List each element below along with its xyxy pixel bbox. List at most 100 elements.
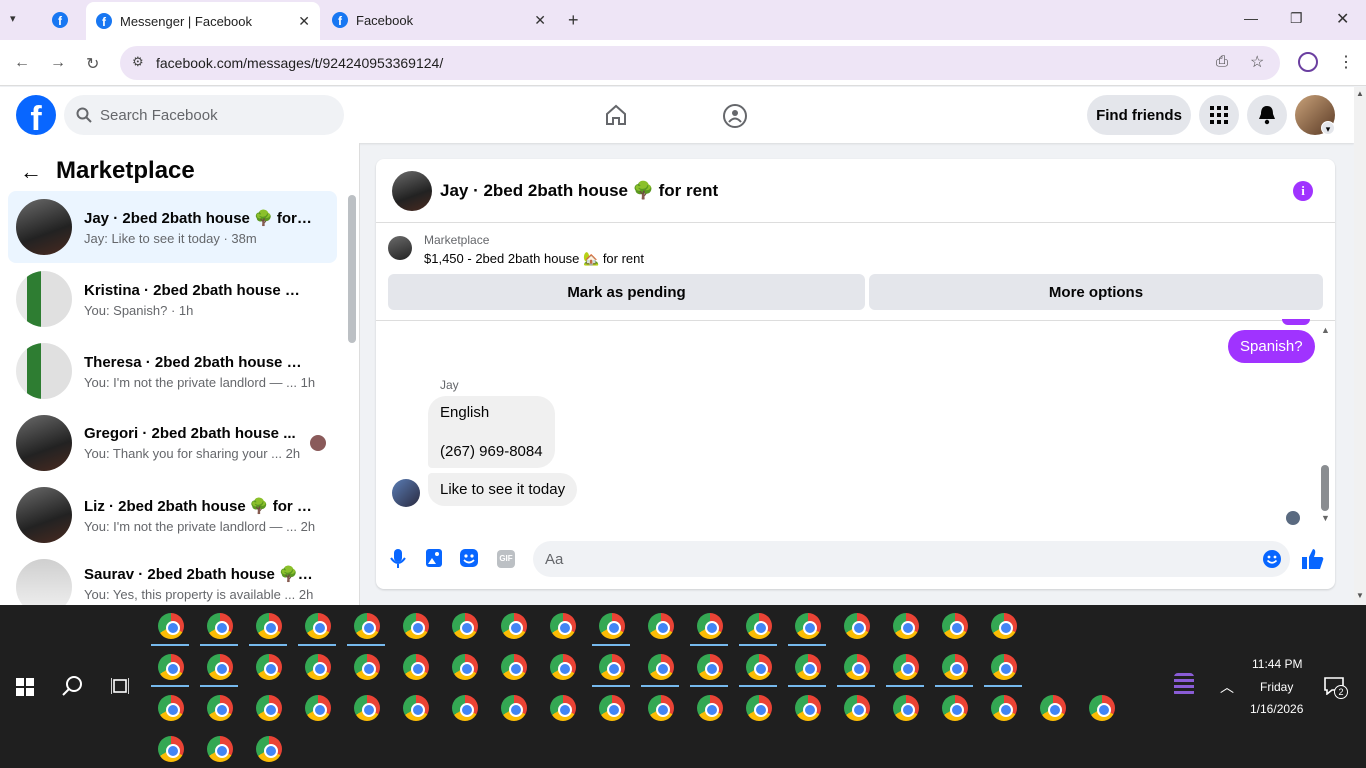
chrome-app-icon[interactable] <box>795 695 821 721</box>
chrome-app-icon[interactable] <box>599 613 625 639</box>
sidebar-scrollbar[interactable] <box>348 195 356 343</box>
chrome-app-icon[interactable] <box>844 695 870 721</box>
chrome-app-icon[interactable] <box>158 695 184 721</box>
chrome-app-icon[interactable] <box>256 736 282 762</box>
clock-day[interactable]: Friday <box>1260 680 1293 694</box>
conversation-item[interactable]: Saurav · 2bed 2bath house 🌳 fo... You: Ye… <box>8 551 337 605</box>
site-info-icon[interactable]: ⚙ <box>132 54 144 70</box>
listing-title[interactable]: $1,450 - 2bed 2bath house 🏡 for rent <box>424 251 644 267</box>
chrome-app-icon[interactable] <box>795 613 821 639</box>
conversation-item[interactable]: Gregori · 2bed 2bath house ... You: Thank… <box>8 407 337 479</box>
chrome-app-icon[interactable] <box>158 613 184 639</box>
chrome-app-icon[interactable] <box>844 654 870 680</box>
chrome-app-icon[interactable] <box>1040 695 1066 721</box>
incoming-message[interactable]: English (267) 969-8084 <box>428 396 555 468</box>
chrome-app-icon[interactable] <box>305 613 331 639</box>
chrome-app-icon[interactable] <box>648 695 674 721</box>
back-arrow-icon[interactable]: ← <box>20 159 42 185</box>
pinned-facebook-tab-icon[interactable]: f <box>52 12 68 28</box>
browser-menu-icon[interactable]: ⋮ <box>1338 52 1354 72</box>
chrome-app-icon[interactable] <box>697 654 723 680</box>
chrome-app-icon[interactable] <box>893 654 919 680</box>
incoming-message[interactable]: Like to see it today <box>428 473 578 506</box>
chevron-down-icon[interactable]: ▾ <box>1321 121 1335 135</box>
bookmark-star-icon[interactable]: ☆ <box>1250 52 1264 72</box>
conversation-item[interactable]: Liz · 2bed 2bath house 🌳 for rent You: I'… <box>8 479 337 551</box>
sticker-icon[interactable] <box>460 549 478 567</box>
profile-icon[interactable] <box>1298 52 1318 72</box>
chrome-app-icon[interactable] <box>697 613 723 639</box>
notifications-button[interactable] <box>1247 95 1287 135</box>
conversation-item[interactable]: Theresa · 2bed 2bath house 🌳 f... You: I'… <box>8 335 337 407</box>
page-scrollbar[interactable]: ▲ ▼ <box>1354 87 1366 605</box>
chrome-app-icon[interactable] <box>207 613 233 639</box>
scroll-up-icon[interactable]: ▲ <box>1321 325 1330 335</box>
chrome-app-icon[interactable] <box>403 654 429 680</box>
menu-grid-button[interactable] <box>1199 95 1239 135</box>
chrome-app-icon[interactable] <box>354 613 380 639</box>
chrome-app-icon[interactable] <box>452 695 478 721</box>
chrome-app-icon[interactable] <box>256 695 282 721</box>
chrome-app-icon[interactable] <box>550 613 576 639</box>
like-thumbs-up-icon[interactable] <box>1302 548 1324 570</box>
chrome-app-icon[interactable] <box>158 654 184 680</box>
close-window-button[interactable]: ✕ <box>1336 9 1349 29</box>
chrome-app-icon[interactable] <box>501 695 527 721</box>
url-bar[interactable]: ⚙ facebook.com/messages/t/92424095336912… <box>120 46 1280 80</box>
chrome-app-icon[interactable] <box>942 613 968 639</box>
chrome-app-icon[interactable] <box>648 654 674 680</box>
outgoing-message[interactable]: Spanish? <box>1228 330 1315 363</box>
emoji-icon[interactable] <box>1263 550 1281 568</box>
tab-messenger[interactable]: f Messenger | Facebook ✕ <box>86 2 320 40</box>
chrome-app-icon[interactable] <box>746 695 772 721</box>
conversation-item[interactable]: Jay · 2bed 2bath house 🌳 for re... Jay: L… <box>8 191 337 263</box>
chrome-app-icon[interactable] <box>991 654 1017 680</box>
chrome-app-icon[interactable] <box>354 654 380 680</box>
task-view-icon[interactable] <box>111 677 129 695</box>
message-input[interactable]: Aa <box>533 541 1290 577</box>
forward-icon[interactable]: → <box>50 54 66 72</box>
chrome-app-icon[interactable] <box>256 654 282 680</box>
chat-avatar[interactable] <box>392 171 432 211</box>
chrome-app-icon[interactable] <box>305 695 331 721</box>
chrome-app-icon[interactable] <box>893 613 919 639</box>
chrome-app-icon[interactable] <box>991 695 1017 721</box>
sender-avatar[interactable] <box>392 479 420 507</box>
chrome-app-icon[interactable] <box>550 695 576 721</box>
chrome-app-icon[interactable] <box>746 654 772 680</box>
gif-icon[interactable]: GIF <box>497 550 515 568</box>
chrome-app-icon[interactable] <box>942 654 968 680</box>
clock-time[interactable]: 11:44 PM <box>1252 657 1302 671</box>
chrome-app-icon[interactable] <box>550 654 576 680</box>
reload-icon[interactable]: ↻ <box>86 54 99 74</box>
tab-search-dropdown-icon[interactable]: ▾ <box>10 12 16 25</box>
more-options-button[interactable]: More options <box>869 274 1323 310</box>
chrome-app-icon[interactable] <box>207 654 233 680</box>
chrome-app-icon[interactable] <box>795 654 821 680</box>
close-tab-icon[interactable]: ✕ <box>534 12 546 29</box>
chrome-app-icon[interactable] <box>893 695 919 721</box>
search-icon[interactable] <box>62 675 84 697</box>
minimize-button[interactable]: — <box>1244 10 1258 26</box>
chat-title[interactable]: Jay · 2bed 2bath house 🌳 for rent <box>440 181 718 201</box>
page-scroll-down-icon[interactable]: ▼ <box>1356 591 1364 600</box>
back-icon[interactable]: ← <box>14 54 30 72</box>
chrome-app-icon[interactable] <box>354 695 380 721</box>
app-tray-icon[interactable] <box>1174 673 1194 697</box>
clock-date[interactable]: 1/16/2026 <box>1250 702 1303 716</box>
install-app-icon[interactable]: ⎙ <box>1216 53 1228 70</box>
chrome-app-icon[interactable] <box>452 613 478 639</box>
chrome-app-icon[interactable] <box>599 654 625 680</box>
chrome-app-icon[interactable] <box>158 736 184 762</box>
mark-as-pending-button[interactable]: Mark as pending <box>388 274 865 310</box>
groups-icon[interactable] <box>722 103 748 129</box>
new-tab-button[interactable]: + <box>568 10 579 31</box>
windows-start-icon[interactable] <box>16 678 34 696</box>
chrome-app-icon[interactable] <box>403 695 429 721</box>
chrome-app-icon[interactable] <box>501 613 527 639</box>
chrome-app-icon[interactable] <box>256 613 282 639</box>
chrome-app-icon[interactable] <box>501 654 527 680</box>
restore-button[interactable]: ❐ <box>1290 10 1303 27</box>
photo-icon[interactable] <box>426 549 442 567</box>
chrome-app-icon[interactable] <box>207 695 233 721</box>
